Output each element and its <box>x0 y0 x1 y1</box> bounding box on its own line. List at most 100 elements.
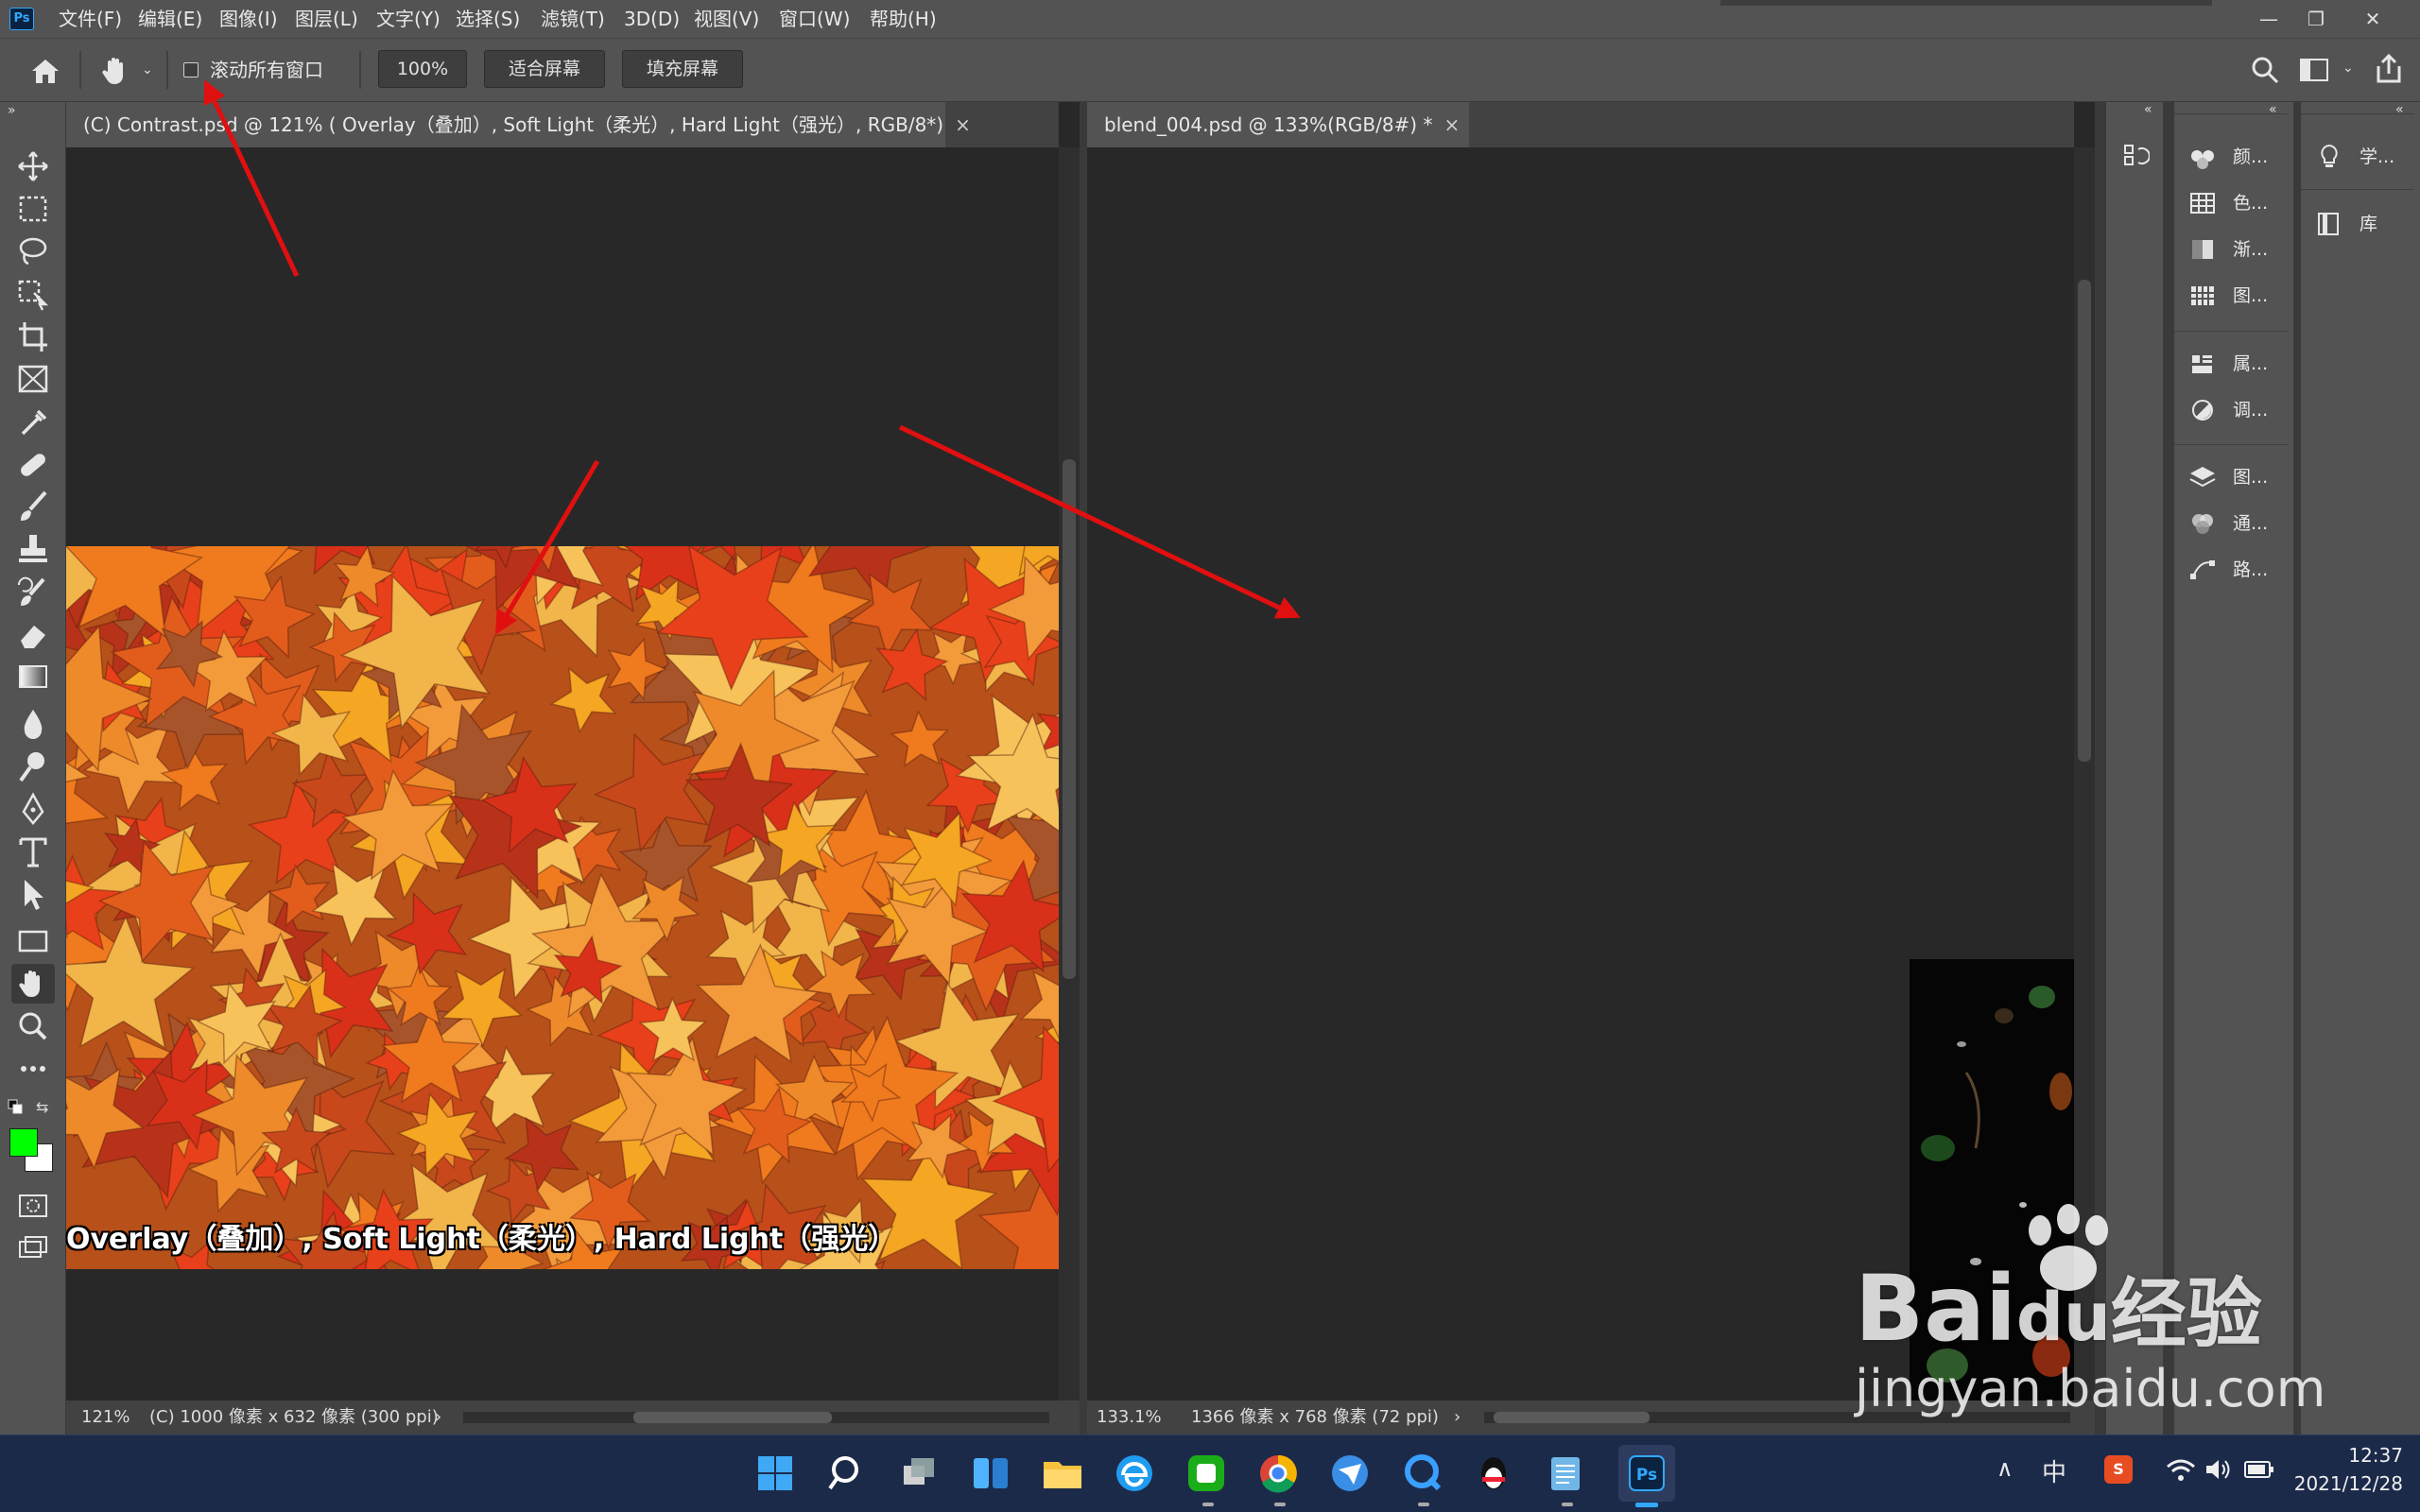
qq-icon[interactable] <box>1465 1445 1522 1502</box>
menu-edit[interactable]: 编辑(E) <box>138 0 202 38</box>
doc1-info-arrow[interactable]: › <box>435 1400 441 1435</box>
browser-q-icon[interactable] <box>1393 1445 1450 1502</box>
eyedropper-tool-icon[interactable] <box>11 402 55 441</box>
menu-filter[interactable]: 滤镜(T) <box>541 0 605 38</box>
share-icon[interactable] <box>2373 53 2405 85</box>
doc1-zoom-level[interactable]: 121% <box>81 1400 130 1435</box>
doc2-zoom-level[interactable]: 133.1% <box>1097 1400 1162 1435</box>
type-tool-icon[interactable] <box>11 832 55 871</box>
volume-icon[interactable] <box>2203 1455 2233 1484</box>
doc-split-divider[interactable] <box>1080 102 1087 1435</box>
hand-tool-icon[interactable] <box>11 964 55 1004</box>
rectangle-tool-icon[interactable] <box>11 921 55 961</box>
close-tab-icon[interactable]: × <box>955 113 971 136</box>
fill-screen-button[interactable]: 填充屏幕 <box>622 50 743 88</box>
scroll-all-windows-checkbox[interactable] <box>183 62 199 77</box>
doc2-hscroll-thumb[interactable] <box>1494 1412 1650 1423</box>
default-colors-icon[interactable] <box>8 1099 23 1114</box>
menu-file[interactable]: 文件(F) <box>59 0 122 38</box>
photoshop-logo[interactable]: Ps <box>9 8 34 30</box>
photoshop-taskbar-icon[interactable]: Ps <box>1618 1445 1675 1502</box>
doc2-vscroll-thumb[interactable] <box>2078 280 2091 762</box>
feishu-icon[interactable] <box>1322 1445 1378 1502</box>
menu-layer[interactable]: 图层(L) <box>295 0 358 38</box>
menu-view[interactable]: 视图(V) <box>694 0 759 38</box>
marquee-tool-icon[interactable] <box>11 189 55 229</box>
hand-tool-preset-icon[interactable] <box>98 53 132 87</box>
brush-tool-icon[interactable] <box>11 487 55 526</box>
restore-button[interactable]: ❐ <box>2288 0 2344 38</box>
dodge-tool-icon[interactable] <box>11 747 55 786</box>
notepad-icon[interactable] <box>1537 1445 1594 1502</box>
doc1-hscroll-thumb[interactable] <box>633 1412 832 1423</box>
windows-start-icon[interactable] <box>747 1445 804 1502</box>
clock-date[interactable]: 2021/12/28 <box>2284 1472 2403 1499</box>
menu-3d[interactable]: 3D(D) <box>624 0 680 38</box>
chrome-icon[interactable] <box>1250 1445 1306 1502</box>
quick-mask-icon[interactable] <box>17 1193 49 1219</box>
pen-tool-icon[interactable] <box>11 789 55 829</box>
menu-help[interactable]: 帮助(H) <box>870 0 937 38</box>
wechat-app-icon[interactable] <box>1178 1445 1235 1502</box>
screen-mode-icon[interactable] <box>17 1234 49 1261</box>
crop-tool-icon[interactable] <box>11 317 55 356</box>
sogou-ime-icon[interactable]: S <box>2104 1455 2133 1484</box>
menu-image[interactable]: 图像(I) <box>219 0 278 38</box>
doc1-doc-info[interactable]: (C) 1000 像素 x 632 像素 (300 ppi) <box>149 1400 439 1435</box>
frame-tool-icon[interactable] <box>11 359 55 399</box>
more-tools-icon[interactable] <box>11 1049 55 1089</box>
doc1-tab[interactable]: (C) Contrast.psd @ 121% ( Overlay（叠加）, S… <box>66 102 971 147</box>
paths-panel-item[interactable]: 路... <box>2174 548 2288 592</box>
menu-window[interactable]: 窗口(W) <box>779 0 850 38</box>
blur-tool-icon[interactable] <box>11 704 55 744</box>
search-icon[interactable] <box>2250 55 2280 85</box>
widgets-icon[interactable] <box>962 1445 1019 1502</box>
gradient-tool-icon[interactable] <box>11 657 55 696</box>
libraries-panel-item[interactable]: 库 <box>2301 202 2414 246</box>
close-tab-icon[interactable]: × <box>1443 113 1460 136</box>
path-select-tool-icon[interactable] <box>11 874 55 914</box>
clone-stamp-icon[interactable] <box>11 529 55 569</box>
menu-type[interactable]: 文字(Y) <box>376 0 441 38</box>
foreground-color-swatch[interactable] <box>9 1128 38 1157</box>
clock-time[interactable]: 12:37 <box>2303 1444 2403 1470</box>
swatches-panel-item[interactable]: 色... <box>2174 181 2288 225</box>
fit-screen-button[interactable]: 适合屏幕 <box>484 50 605 88</box>
layers-panel-item[interactable]: 图... <box>2174 455 2288 499</box>
search-icon[interactable] <box>819 1445 875 1502</box>
zoom-100-button[interactable]: 100% <box>378 50 467 88</box>
close-window-button[interactable]: ✕ <box>2344 0 2401 38</box>
doc1-vertical-scrollbar[interactable] <box>1059 147 1080 1404</box>
channels-panel-item[interactable]: 通... <box>2174 502 2288 545</box>
healing-brush-icon[interactable] <box>11 444 55 484</box>
file-explorer-icon[interactable] <box>1034 1445 1091 1502</box>
object-select-tool-icon[interactable] <box>11 274 55 314</box>
menu-select[interactable]: 选择(S) <box>456 0 520 38</box>
gradients-panel-item[interactable]: 渐... <box>2174 228 2288 271</box>
doc2-doc-info[interactable]: 1366 像素 x 768 像素 (72 ppi) <box>1191 1400 1439 1435</box>
history-brush-icon[interactable] <box>11 572 55 611</box>
edge-icon[interactable] <box>1106 1445 1163 1502</box>
wifi-icon[interactable] <box>2165 1455 2197 1484</box>
swap-colors-icon[interactable]: ⇆ <box>36 1098 55 1117</box>
patterns-panel-item[interactable]: 图... <box>2174 274 2288 318</box>
chevron-down-icon[interactable]: ⌄ <box>2342 60 2358 76</box>
ime-indicator[interactable]: 中 <box>2042 1453 2066 1488</box>
home-icon[interactable] <box>28 55 62 87</box>
adjustments-panel-item[interactable]: 调... <box>2174 388 2288 432</box>
tray-chevron-icon[interactable]: ∧ <box>1996 1455 2014 1482</box>
doc1-vscroll-thumb[interactable] <box>1063 459 1076 979</box>
zoom-tool-icon[interactable] <box>11 1006 55 1046</box>
color-panel-item[interactable]: 颜... <box>2174 135 2288 179</box>
battery-icon[interactable] <box>2242 1457 2276 1482</box>
eraser-tool-icon[interactable] <box>11 614 55 654</box>
learn-panel-item[interactable]: 学... <box>2301 135 2414 179</box>
history-panel-icon[interactable] <box>2121 142 2151 170</box>
collapse-dock-icon[interactable]: « <box>2144 102 2152 117</box>
doc2-info-arrow[interactable]: › <box>1454 1400 1461 1435</box>
collapse-toolbar-icon[interactable]: » <box>8 104 26 117</box>
move-tool-icon[interactable] <box>11 146 55 186</box>
properties-panel-item[interactable]: 属... <box>2174 342 2288 386</box>
workspace-icon[interactable] <box>2299 57 2329 83</box>
doc1-horizontal-scrollbar[interactable] <box>463 1412 1049 1423</box>
